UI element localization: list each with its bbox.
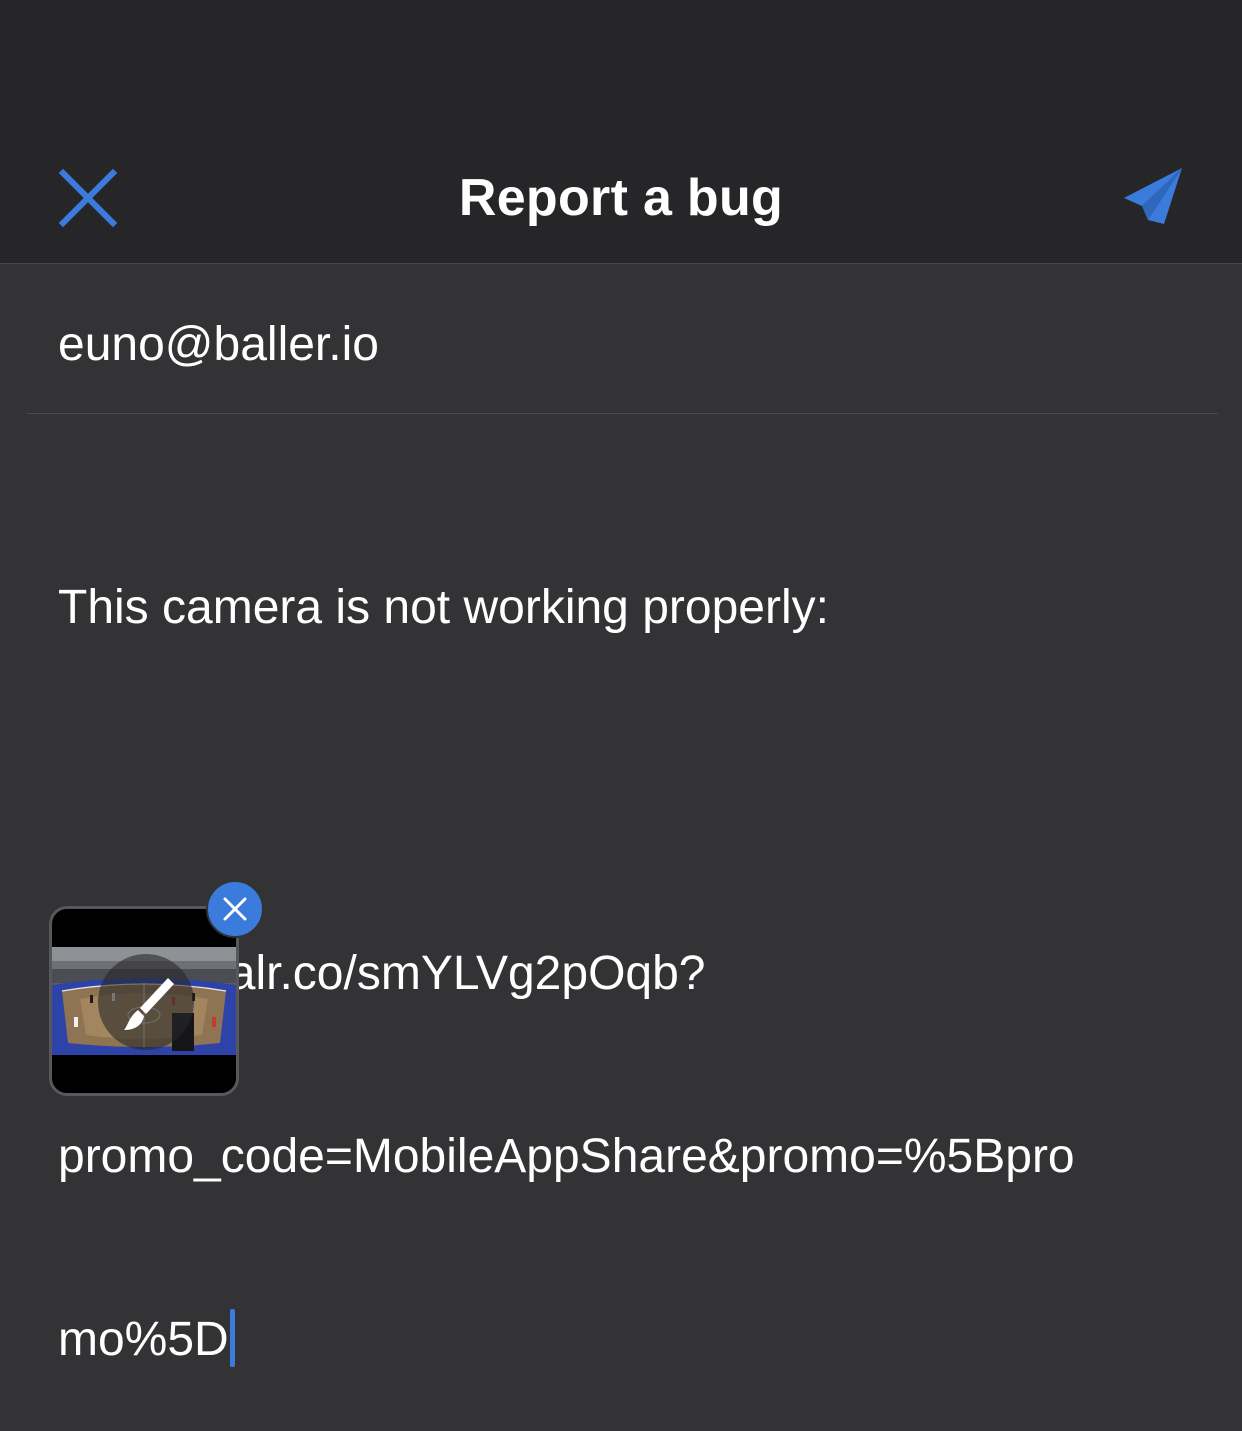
description-line: promo_code=MobileAppShare&promo=%5Bpro [58, 1130, 1075, 1183]
email-field[interactable]: euno@baller.io [58, 312, 1178, 378]
description-line: This camera is not working properly: [58, 581, 829, 634]
description-text: mo%5D [58, 1313, 229, 1366]
description-line-last: mo%5D [58, 1309, 1198, 1370]
page-title: Report a bug [458, 169, 784, 227]
paper-plane-icon [1124, 168, 1182, 224]
close-button[interactable] [56, 166, 120, 230]
close-icon [223, 897, 247, 921]
description-line [58, 760, 1198, 821]
divider [27, 413, 1218, 414]
text-cursor [229, 1309, 235, 1367]
annotate-button[interactable] [98, 954, 194, 1050]
remove-attachment-button[interactable] [206, 880, 264, 938]
paintbrush-icon [124, 978, 174, 1030]
nav-bar: Report a bug [0, 0, 1242, 264]
close-icon [58, 168, 118, 228]
send-button[interactable] [1118, 160, 1190, 232]
